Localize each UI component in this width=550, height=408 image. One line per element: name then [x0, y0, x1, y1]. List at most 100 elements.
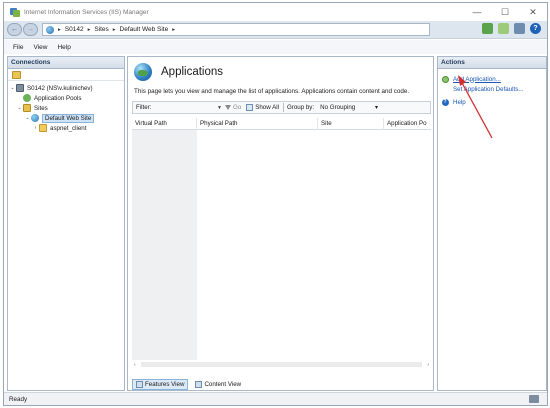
show-all-label: Show All	[255, 104, 279, 111]
tab-features-view[interactable]: Features View	[132, 379, 189, 390]
horizontal-scrollbar[interactable]: ‹ ›	[132, 360, 431, 369]
tree-item-default-web-site[interactable]: ⌄ Default Web Site	[8, 113, 124, 123]
folder-icon	[39, 124, 47, 132]
group-by-select[interactable]: No Grouping ▾	[318, 103, 380, 113]
set-application-defaults-link[interactable]: Set Application Defaults...	[453, 86, 524, 93]
page-title: Applications	[161, 66, 224, 78]
website-globe-icon	[31, 114, 39, 122]
applications-table-body[interactable]	[132, 130, 431, 360]
actions-panel: Actions Add Application... Set Applicati…	[437, 56, 547, 391]
forward-button[interactable]: →	[23, 23, 38, 36]
back-button[interactable]: ←	[7, 23, 22, 36]
applications-table-header: Virtual Path Physical Path Site Applicat…	[132, 117, 431, 130]
scroll-right-icon[interactable]: ›	[427, 362, 429, 368]
close-button[interactable]: ✕	[519, 3, 547, 21]
breadcrumb-separator: ▸	[58, 26, 61, 33]
breadcrumb-default-web-site[interactable]: Default Web Site	[120, 26, 169, 33]
tree-item-label: aspnet_client	[50, 124, 87, 132]
title-bar: Internet Information Services (IIS) Mana…	[4, 3, 547, 21]
tree-item-sites[interactable]: ⌄ Sites	[8, 103, 124, 113]
refresh-icon[interactable]	[514, 23, 525, 34]
window-title: Internet Information Services (IIS) Mana…	[24, 8, 149, 16]
content-view-icon	[195, 381, 203, 388]
column-site[interactable]: Site	[318, 117, 384, 130]
iis-manager-window: Internet Information Services (IIS) Mana…	[3, 2, 548, 406]
connect-icon[interactable]	[498, 23, 509, 34]
start-page-icon[interactable]	[12, 70, 21, 79]
add-application-link[interactable]: Add Application...	[453, 76, 501, 83]
menu-file[interactable]: File	[13, 44, 23, 51]
filter-input[interactable]: Filter:	[133, 104, 217, 111]
add-application-icon	[441, 75, 449, 83]
scroll-left-icon[interactable]: ‹	[134, 362, 136, 368]
help-icon[interactable]: ?	[530, 23, 541, 34]
group-by-value: No Grouping	[320, 104, 356, 111]
iis-app-icon	[10, 7, 20, 17]
action-set-application-defaults[interactable]: Set Application Defaults...	[441, 84, 543, 94]
action-help[interactable]: ? Help	[441, 97, 543, 107]
help-icon: ?	[441, 98, 449, 106]
tab-label: Content View	[204, 381, 242, 388]
breadcrumb-separator: ▸	[112, 26, 116, 33]
connections-header: Connections	[8, 57, 124, 69]
connections-panel: Connections ⌄ S0142 (NS\v.kulinichev) Ap…	[7, 56, 125, 391]
server-icon	[16, 84, 24, 92]
status-text: Ready	[9, 395, 28, 403]
go-button[interactable]: Go	[224, 104, 242, 111]
sorted-column-shading	[132, 130, 197, 360]
expand-toggle-icon[interactable]: ⌄	[9, 85, 16, 91]
column-virtual-path[interactable]: Virtual Path	[132, 117, 197, 130]
breadcrumb[interactable]: ▸ S0142 ▸ Sites ▸ Default Web Site ▸	[42, 23, 430, 36]
chevron-down-icon: ▾	[375, 104, 379, 111]
filter-dropdown-icon[interactable]: ▼	[217, 105, 222, 111]
menu-view[interactable]: View	[33, 44, 47, 51]
column-physical-path[interactable]: Physical Path	[197, 117, 318, 130]
tree-item-label: Sites	[34, 104, 48, 112]
applications-globe-icon	[134, 63, 152, 81]
tree-item-label: S0142 (NS\v.kulinichev)	[27, 84, 93, 92]
scrollbar-track[interactable]	[141, 362, 422, 367]
minimize-button[interactable]: —	[463, 3, 491, 21]
action-add-application[interactable]: Add Application...	[441, 74, 543, 84]
connections-toolbar	[8, 69, 124, 81]
network-icon[interactable]	[482, 23, 493, 34]
expand-toggle-icon[interactable]: ⌄	[16, 105, 23, 111]
menu-bar: File View Help	[4, 40, 547, 54]
funnel-icon	[224, 105, 231, 110]
go-label: Go	[232, 104, 242, 111]
view-tabs: Features View Content View	[128, 378, 433, 391]
filter-bar: Filter: ▼ Go Show All Group by: No Group…	[132, 101, 431, 114]
column-application-pool[interactable]: Application Po	[384, 118, 431, 130]
address-bar: ← → ▸ S0142 ▸ Sites ▸ Default Web Site ▸…	[4, 21, 547, 39]
help-link[interactable]: Help	[453, 99, 466, 106]
menu-help[interactable]: Help	[57, 44, 70, 51]
applications-panel: Applications This page lets you view and…	[127, 56, 434, 391]
breadcrumb-separator: ▸	[87, 26, 91, 33]
breadcrumb-separator: ▸	[172, 26, 175, 33]
connection-status-icon	[529, 395, 539, 403]
group-by-label: Group by:	[286, 104, 315, 111]
toolbar-divider	[282, 103, 284, 112]
status-bar: Ready	[4, 392, 547, 405]
breadcrumb-server[interactable]: S0142	[65, 26, 84, 33]
sites-folder-icon	[23, 104, 31, 112]
maximize-button[interactable]: ☐	[491, 3, 519, 21]
show-all-button[interactable]: Show All	[246, 104, 279, 111]
expand-toggle-icon[interactable]: ⌄	[24, 115, 31, 121]
tree-item-aspnet-client[interactable]: › aspnet_client	[8, 123, 124, 133]
tree-item-label: Application Pools	[34, 94, 82, 102]
tree-item-label: Default Web Site	[42, 113, 95, 123]
tab-content-view[interactable]: Content View	[192, 379, 244, 390]
page-description: This page lets you view and manage the l…	[134, 88, 410, 95]
show-all-icon	[246, 104, 254, 111]
actions-header: Actions	[438, 57, 546, 69]
tab-label: Features View	[145, 381, 185, 388]
globe-icon	[46, 25, 54, 34]
application-pools-icon	[23, 94, 31, 102]
tree-item-application-pools[interactable]: Application Pools	[8, 93, 124, 103]
features-view-icon	[136, 381, 143, 388]
tree-item-server[interactable]: ⌄ S0142 (NS\v.kulinichev)	[8, 83, 124, 93]
connections-tree: ⌄ S0142 (NS\v.kulinichev) Application Po…	[8, 81, 124, 133]
breadcrumb-sites[interactable]: Sites	[94, 26, 108, 33]
expand-toggle-icon[interactable]: ›	[32, 125, 39, 131]
